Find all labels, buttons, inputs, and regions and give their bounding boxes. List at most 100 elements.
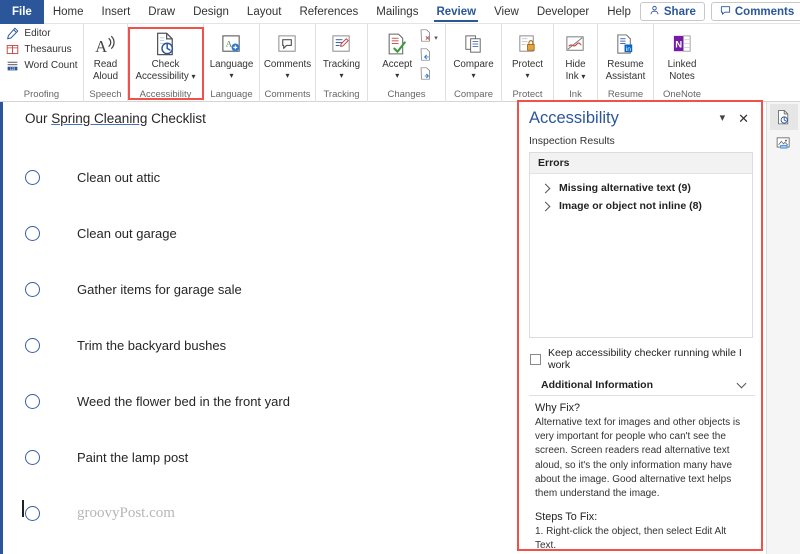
onenote-linked-notes-icon: N: [671, 29, 694, 59]
chevron-down-icon[interactable]: ▾: [229, 71, 233, 81]
comments-ribbon-button[interactable]: Comments ▾: [262, 27, 314, 81]
keep-running-checkbox[interactable]: [530, 353, 541, 365]
ribbon-group-speech-label: Speech: [89, 89, 122, 100]
tab-layout[interactable]: Layout: [238, 0, 291, 24]
tab-developer[interactable]: Developer: [528, 0, 598, 24]
error-item-missing-alt-text[interactable]: Missing alternative text (9): [530, 179, 752, 197]
tab-help[interactable]: Help: [598, 0, 640, 24]
keep-running-checkbox-row[interactable]: Keep accessibility checker running while…: [517, 338, 763, 373]
editor-label: Editor: [24, 27, 51, 39]
accessibility-pane-title: Accessibility: [529, 109, 619, 127]
tracking-button[interactable]: Tracking ▾: [318, 27, 366, 81]
steps-to-fix-body: 1. Right-click the object, then select E…: [535, 526, 727, 552]
checkbox-circle-icon[interactable]: [25, 449, 40, 465]
tab-layout-label: Layout: [246, 6, 282, 18]
language-button[interactable]: A Language ▾: [206, 27, 258, 81]
close-icon[interactable]: ✕: [738, 112, 749, 125]
checkbox-circle-icon[interactable]: [25, 225, 40, 241]
ribbon-group-tracking-label: Tracking: [323, 89, 360, 100]
tab-insert[interactable]: Insert: [93, 0, 140, 24]
hide-ink-button[interactable]: Hide Ink ▾: [556, 27, 596, 83]
chevron-down-icon[interactable]: ▾: [720, 113, 726, 124]
checklist-item[interactable]: Trim the backyard bushes: [25, 334, 226, 356]
checkbox-circle-icon[interactable]: [25, 169, 40, 185]
errors-list: Missing alternative text (9) Image or ob…: [530, 174, 752, 215]
document-title-underlined: Spring Cleaning: [51, 111, 148, 126]
ribbon-group-onenote: N Linked Notes OneNote: [654, 24, 710, 102]
resume-assistant-icon: in: [614, 29, 637, 59]
previous-change-icon[interactable]: [419, 48, 438, 66]
checkbox-circle-icon[interactable]: [25, 393, 40, 409]
chevron-down-icon[interactable]: ▾: [192, 72, 196, 81]
additional-information-header[interactable]: Additional Information: [529, 373, 755, 396]
checklist-item[interactable]: Clean out attic: [25, 166, 160, 188]
steps-to-fix-heading: Steps To Fix:: [535, 511, 598, 524]
checklist-item[interactable]: Paint the lamp post: [25, 446, 188, 468]
why-fix-heading: Why Fix?: [535, 402, 580, 414]
hide-ink-label-2: Ink ▾: [565, 70, 586, 82]
accept-label: Accept: [382, 59, 413, 70]
protect-button[interactable]: Protect ▾: [504, 27, 552, 81]
checklist-item[interactable]: Clean out garage: [25, 222, 177, 244]
tab-view-label: View: [494, 6, 519, 18]
comment-bubble-icon: [720, 5, 731, 19]
tab-file[interactable]: File: [0, 0, 44, 24]
error-item-object-not-inline[interactable]: Image or object not inline (8): [530, 197, 752, 215]
read-aloud-label-1: Read: [93, 59, 118, 70]
checklist-item[interactable]: Gather items for garage sale: [25, 278, 242, 300]
comments-icon: [276, 29, 299, 59]
compare-label: Compare: [453, 59, 494, 70]
right-task-pane-strip: [766, 102, 800, 554]
compare-button[interactable]: Compare ▾: [448, 27, 500, 81]
share-button[interactable]: Share: [639, 2, 705, 21]
thesaurus-book-icon: [5, 42, 20, 56]
document-canvas[interactable]: Our Spring Cleaning Checklist Clean out …: [0, 102, 517, 554]
chevron-down-icon[interactable]: [736, 378, 747, 389]
chevron-down-icon[interactable]: ▾: [525, 71, 529, 81]
tab-references[interactable]: References: [290, 0, 367, 24]
read-aloud-button[interactable]: A Read Aloud: [86, 27, 126, 83]
editor-button[interactable]: Editor: [3, 25, 54, 41]
read-aloud-icon: A: [93, 29, 118, 59]
word-count-button[interactable]: 123 Word Count: [3, 57, 81, 73]
chevron-right-icon[interactable]: [540, 183, 551, 193]
watermark-row: groovyPost.com: [25, 502, 175, 524]
chevron-down-icon[interactable]: ▾: [285, 71, 289, 81]
tab-review[interactable]: Review: [427, 0, 485, 24]
next-change-icon[interactable]: [419, 67, 438, 85]
tab-design[interactable]: Design: [184, 0, 238, 24]
checkbox-circle-icon[interactable]: [25, 505, 40, 521]
comments-button[interactable]: Comments: [710, 2, 800, 21]
chevron-down-icon[interactable]: ▾: [395, 71, 399, 81]
accept-button[interactable]: Accept ▾: [375, 27, 419, 81]
text-cursor: [22, 500, 24, 517]
check-accessibility-label-1: Check: [151, 59, 180, 70]
read-aloud-label-2: Aloud: [92, 70, 119, 82]
tab-draw[interactable]: Draw: [139, 0, 184, 24]
checklist-item[interactable]: Weed the flower bed in the front yard: [25, 390, 290, 412]
tab-view[interactable]: View: [485, 0, 528, 24]
check-accessibility-button[interactable]: Check Accessibility ▾: [130, 27, 202, 83]
ribbon-group-protect: Protect ▾ Protect: [502, 24, 554, 102]
check-accessibility-strip-icon[interactable]: [769, 104, 798, 130]
comments-label: Comments: [734, 5, 795, 18]
checkbox-circle-icon[interactable]: [25, 281, 40, 297]
tab-help-label: Help: [607, 6, 631, 18]
chevron-down-icon[interactable]: ▾: [581, 72, 585, 81]
chevron-down-icon[interactable]: ▾: [339, 71, 343, 81]
resume-assistant-button[interactable]: in Resume Assistant: [600, 27, 652, 83]
chevron-down-icon[interactable]: ▾: [434, 34, 438, 42]
picture-format-strip-icon[interactable]: [770, 130, 798, 156]
accessibility-pane-header: Accessibility ▾ ✕: [517, 100, 763, 128]
linked-notes-button[interactable]: N Linked Notes: [656, 27, 708, 83]
word-window: File Home Insert Draw Design Layout Refe…: [0, 0, 800, 554]
thesaurus-button[interactable]: Thesaurus: [3, 41, 75, 57]
reject-icon[interactable]: [419, 29, 432, 47]
chevron-right-icon[interactable]: [540, 201, 551, 211]
ribbon-group-compare: Compare ▾ Compare: [446, 24, 502, 102]
why-fix-body: Alternative text for images and other ob…: [535, 417, 741, 499]
checkbox-circle-icon[interactable]: [25, 337, 40, 353]
chevron-down-icon[interactable]: ▾: [471, 71, 475, 81]
tab-home[interactable]: Home: [44, 0, 93, 24]
tab-mailings[interactable]: Mailings: [367, 0, 427, 24]
